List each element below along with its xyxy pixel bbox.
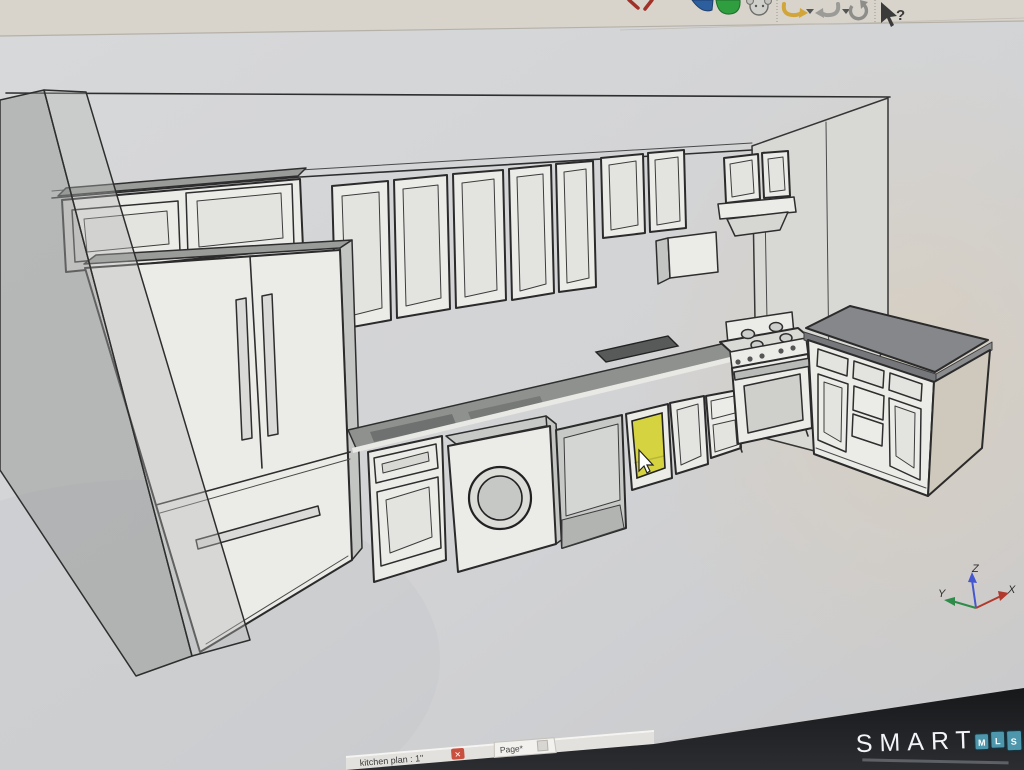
- axis-z-label: Z: [971, 563, 980, 575]
- monitor-photo: ?: [0, 0, 1024, 770]
- axis-x-label: X: [1007, 584, 1016, 596]
- page-tab-icon[interactable]: [537, 740, 548, 751]
- watermark-box-m: M: [978, 738, 986, 748]
- base-cabinet-door[interactable]: [670, 396, 708, 474]
- open-base-cabinet[interactable]: [556, 415, 626, 548]
- page-tab[interactable]: Page*: [499, 743, 524, 755]
- watermark-brand: SMART: [855, 726, 978, 758]
- tab-close-icon[interactable]: ✕: [454, 750, 461, 759]
- axis-y-label: Y: [938, 588, 946, 600]
- watermark-box-s: S: [1011, 737, 1017, 747]
- watermark: SMART M L S: [855, 724, 1022, 768]
- base-cabinet-drawer-door[interactable]: [368, 436, 446, 582]
- svg-text:?: ?: [896, 7, 905, 24]
- watermark-box-l: L: [995, 736, 1001, 746]
- selected-base-cabinet[interactable]: [626, 404, 672, 490]
